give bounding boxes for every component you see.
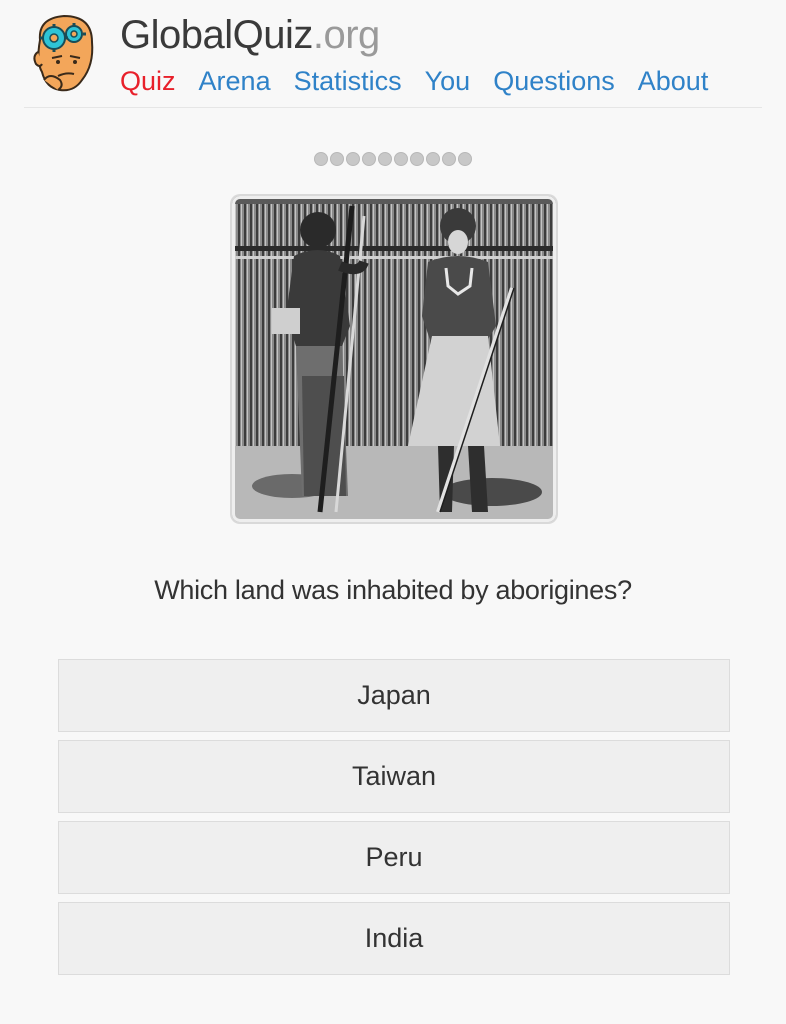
answer-option-india[interactable]: India (58, 902, 730, 975)
brand-tld: .org (312, 13, 380, 57)
answer-list: Japan Taiwan Peru India (58, 659, 730, 983)
nav-about[interactable]: About (638, 64, 709, 98)
question-text: Which land was inhabited by aborigines? (154, 575, 632, 605)
progress-dot (346, 152, 360, 166)
answer-option-taiwan[interactable]: Taiwan (58, 740, 730, 813)
page: GlobalQuiz.org Quiz Arena Statistics You… (0, 0, 786, 1024)
progress-dot (442, 152, 456, 166)
progress-dot (426, 152, 440, 166)
nav-arena[interactable]: Arena (199, 64, 271, 98)
progress-dot (394, 152, 408, 166)
main-nav: Quiz Arena Statistics You Questions Abou… (120, 64, 731, 98)
answer-option-japan[interactable]: Japan (58, 659, 730, 732)
header-divider (24, 107, 762, 108)
brand-name: GlobalQuiz (120, 13, 313, 57)
globalquiz-logo-icon[interactable] (30, 10, 100, 96)
progress-dot (458, 152, 472, 166)
nav-quiz[interactable]: Quiz (120, 64, 176, 98)
nav-you[interactable]: You (425, 64, 471, 98)
site-title[interactable]: GlobalQuiz.org (120, 12, 380, 58)
progress-dot (362, 152, 376, 166)
progress-dot (378, 152, 392, 166)
answer-option-peru[interactable]: Peru (58, 821, 730, 894)
nav-statistics[interactable]: Statistics (294, 64, 402, 98)
question-image (232, 196, 556, 522)
progress-dot (410, 152, 424, 166)
progress-dot (314, 152, 328, 166)
question-progress (0, 152, 786, 166)
progress-dot (330, 152, 344, 166)
nav-questions[interactable]: Questions (493, 64, 615, 98)
